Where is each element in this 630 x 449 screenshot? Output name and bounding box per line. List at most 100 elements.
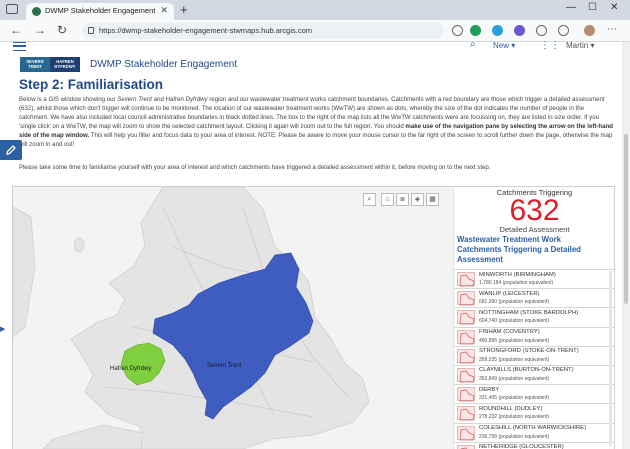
catchment-list-item[interactable]: COLESHILL (NORTH WARWICKSHIRE) 236,758 (p… xyxy=(454,422,614,442)
catchment-thumbnail-icon xyxy=(459,408,475,421)
intro-emphasis: Hafren Dyfrdwy xyxy=(165,96,208,103)
catchment-name: COLESHILL (NORTH WARWICKSHIRE) xyxy=(479,425,587,431)
catchment-thumbnail xyxy=(457,272,475,287)
browser-tab-bar: DWMP Stakeholder Engagement ✕ + — ☐ ✕ xyxy=(0,0,630,20)
catchment-thumbnail xyxy=(457,310,475,325)
catchment-list-item[interactable]: NOTTINGHAM (STOKE BARDOLPH) 604,740 (popu… xyxy=(454,307,614,326)
catchment-list-item[interactable]: DERBY 331,405 (population equivalent) xyxy=(454,384,614,403)
intro-text: and xyxy=(152,96,166,103)
favorites-icon[interactable] xyxy=(536,25,547,36)
close-tab-icon[interactable]: ✕ xyxy=(160,5,168,16)
intro-paragraph: Below is a GIS window showing our Severn… xyxy=(19,96,614,149)
close-window-icon[interactable]: ✕ xyxy=(610,2,618,13)
logo-severn-trent: SEVERN TRENT xyxy=(20,57,50,72)
forward-icon[interactable]: → xyxy=(34,23,46,37)
gis-map-window: Hafren Dyfrdwy Severn Trent ⌕ ⌂ ≣ ◈ ▦ Ca… xyxy=(12,186,615,449)
map-label-hafren: Hafren Dyfrdwy xyxy=(110,366,151,372)
map-view[interactable]: Hafren Dyfrdwy Severn Trent ⌕ ⌂ ≣ ◈ ▦ xyxy=(13,187,453,449)
catchment-list-item[interactable]: CLAYMILLS (BURTON-ON-TRENT) 352,849 (popu… xyxy=(454,364,614,384)
counter-caption: Detailed Assessment xyxy=(499,225,570,234)
site-title[interactable]: DWMP Stakeholder Engagement xyxy=(90,59,237,70)
collections-icon[interactable] xyxy=(558,25,569,36)
catchment-thumbnail-icon xyxy=(459,389,475,402)
read-aloud-icon[interactable] xyxy=(452,25,463,36)
intro-text: Below is a GIS window showing our xyxy=(19,96,118,103)
app-launcher-icon[interactable]: ⋮⋮ xyxy=(540,40,560,51)
page-scrollbar[interactable] xyxy=(622,42,630,449)
hamburger-menu-icon[interactable] xyxy=(13,42,26,51)
tab-actions-icon[interactable] xyxy=(6,4,18,14)
address-bar: ← → ↻ https://dwmp-stakeholder-engagemen… xyxy=(0,20,630,42)
maximize-icon[interactable]: ☐ xyxy=(588,2,597,13)
web-page: ⌕ New ▾ ⋮⋮ Martin ▾ SEVERN TRENT HAFREN … xyxy=(0,39,630,449)
map-label-severn: Severn Trent xyxy=(207,363,242,369)
legend-icon[interactable]: ≣ xyxy=(396,193,409,206)
intro-emphasis: Severn Trent xyxy=(117,96,153,103)
list-title: Wastewater Treatment Work Catchments Tri… xyxy=(457,235,581,264)
catchment-name: FINHAM (COVENTRY) xyxy=(479,329,540,336)
page-title: Step 2: Familiarisation xyxy=(19,77,164,92)
new-button-label: New xyxy=(493,41,510,50)
catchment-thumbnail-icon xyxy=(459,274,475,287)
map-search-icon[interactable]: ⌕ xyxy=(363,193,376,206)
intro-text: This will help you filter and focus data… xyxy=(19,131,613,148)
catchment-name: MINWORTH (BIRMINGHAM) xyxy=(479,271,556,278)
new-button[interactable]: New ▾ xyxy=(493,41,515,50)
catchment-thumbnail xyxy=(457,367,475,383)
new-tab-icon[interactable]: + xyxy=(180,2,188,17)
basemap-icon[interactable]: ▦ xyxy=(426,193,439,206)
catchment-thumbnail-icon xyxy=(459,293,475,306)
refresh-icon[interactable]: ↻ xyxy=(57,23,67,37)
catchment-thumbnail xyxy=(457,406,475,421)
tab-title: DWMP Stakeholder Engagement xyxy=(45,6,156,15)
extension-icon[interactable] xyxy=(514,25,525,36)
catchment-population: 236,758 (population equivalent) xyxy=(479,433,550,440)
catchment-thumbnail-icon xyxy=(459,428,475,440)
catchment-list-item[interactable]: MINWORTH (BIRMINGHAM) 1,780,184 (populati… xyxy=(454,269,614,288)
search-icon[interactable]: ⌕ xyxy=(470,39,476,50)
site-favicon-icon xyxy=(32,7,41,16)
catchment-population: 358,535 (population equivalent) xyxy=(479,356,550,363)
pencil-icon xyxy=(6,145,16,155)
extension-icon[interactable] xyxy=(492,25,503,36)
catchment-population: 331,405 (population equivalent) xyxy=(479,395,550,402)
more-menu-icon[interactable]: ⋯ xyxy=(607,24,617,35)
company-logo[interactable]: SEVERN TRENT HAFREN DYFRDWY xyxy=(20,57,80,72)
catchment-thumbnail-icon xyxy=(459,370,475,383)
user-menu[interactable]: Martin ▾ xyxy=(566,41,594,50)
extension-icon[interactable] xyxy=(470,25,481,36)
map-canvas[interactable]: Hafren Dyfrdwy Severn Trent xyxy=(13,187,453,449)
catchment-list-item[interactable]: STRONGFORD (STOKE-ON-TRENT) 358,535 (popu… xyxy=(454,345,614,365)
navigation-pane-arrow-icon[interactable]: ▶ xyxy=(0,325,5,333)
home-icon[interactable]: ⌂ xyxy=(381,193,394,206)
edit-button[interactable] xyxy=(0,140,22,160)
catchment-population: 460,896 (population equivalent) xyxy=(479,337,550,344)
hub-top-nav: ⌕ New ▾ ⋮⋮ Martin ▾ xyxy=(0,39,620,56)
browser-tab[interactable]: DWMP Stakeholder Engagement ✕ xyxy=(26,3,174,20)
catchment-thumbnail xyxy=(457,387,475,402)
catchment-population: 1,780,184 (population equivalent) xyxy=(479,280,554,286)
profile-avatar[interactable] xyxy=(584,25,595,36)
intro-instruction: Please take some time to familiarise you… xyxy=(19,164,491,171)
catchment-list-item[interactable]: ROUNDHILL (DUDLEY) 278,232 (population eq… xyxy=(454,403,614,422)
panel-scrollbar[interactable] xyxy=(609,271,612,446)
isle-of-man xyxy=(73,237,85,253)
page-scrollbar-thumb[interactable] xyxy=(624,134,628,304)
counter-value: 632 xyxy=(509,194,560,227)
user-name: Martin xyxy=(566,41,589,50)
catchment-list-item[interactable]: FINHAM (COVENTRY) 460,896 (population equ… xyxy=(454,326,614,346)
layers-icon[interactable]: ◈ xyxy=(411,193,424,206)
catchment-population: 681,990 (population equivalent) xyxy=(479,299,550,306)
catchment-population: 604,740 (population equivalent) xyxy=(479,318,550,325)
site-header: SEVERN TRENT HAFREN DYFRDWY DWMP Stakeho… xyxy=(0,56,620,76)
catchments-panel: Catchments Triggering 632 Detailed Asses… xyxy=(453,187,614,449)
minimize-icon[interactable]: — xyxy=(566,2,576,13)
url-field[interactable]: https://dwmp-stakeholder-engagement-stwm… xyxy=(82,23,444,39)
catchment-thumbnail-icon xyxy=(459,332,475,344)
catchment-list-item[interactable]: NETHERIDGE (GLOUCESTER) xyxy=(454,441,614,449)
back-icon[interactable]: ← xyxy=(10,23,22,37)
url-text: https://dwmp-stakeholder-engagement-stwm… xyxy=(99,26,313,35)
catchment-list: MINWORTH (BIRMINGHAM) 1,780,184 (populati… xyxy=(454,269,614,449)
catchment-list-item[interactable]: WANLIP (LEICESTER) 681,990 (population eq… xyxy=(454,288,614,307)
map-toolbar: ⌕ ⌂ ≣ ◈ ▦ xyxy=(363,193,439,206)
